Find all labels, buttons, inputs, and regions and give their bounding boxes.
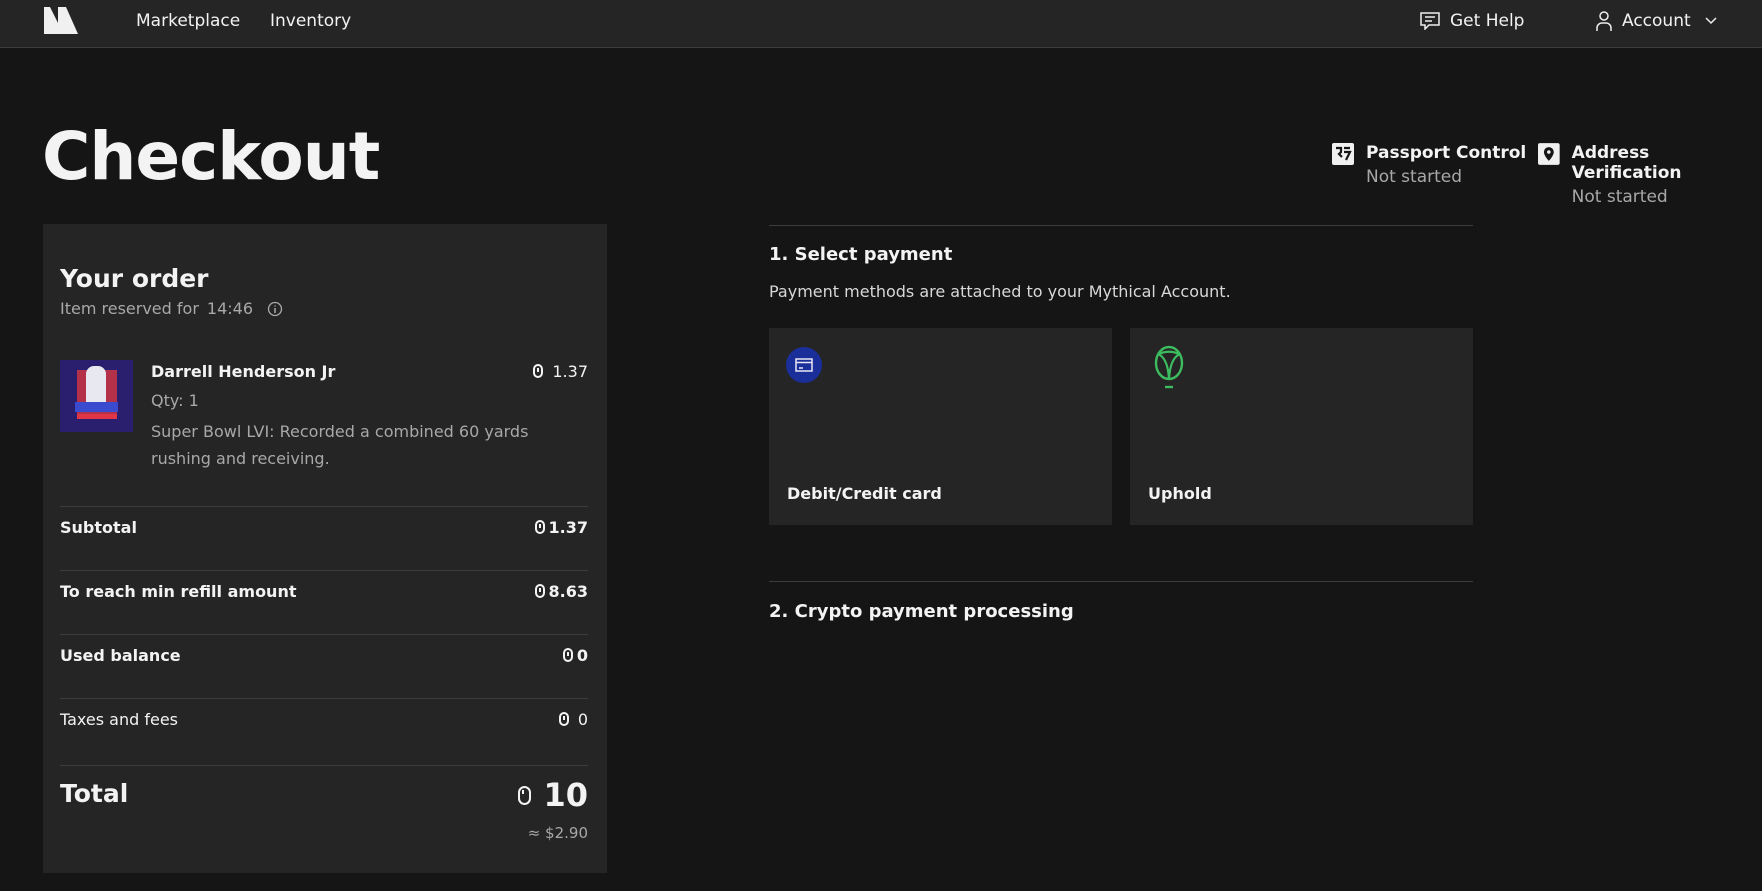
divider [60,506,588,507]
info-icon[interactable] [267,301,283,317]
item-thumbnail [60,360,133,432]
passport-status: Not started [1366,167,1463,187]
passport-icon [1332,143,1354,165]
payment-method-label: Debit/Credit card [787,484,942,503]
nav-inventory[interactable]: Inventory [270,11,351,31]
coin-icon [518,785,532,805]
step-crypto-processing: 2. Crypto payment processing [769,601,1074,622]
step-select-payment: 1. Select payment [769,244,953,265]
coin-icon [533,364,544,378]
account-menu[interactable]: Account [1596,0,1717,42]
divider [60,698,588,699]
divider [769,581,1473,582]
nav-marketplace[interactable]: Marketplace [136,11,240,31]
chat-help-icon [1420,12,1440,30]
top-navbar: Marketplace Inventory Get Help Account [0,0,1762,48]
divider [60,634,588,635]
total-usd: ≈ $2.90 [527,824,588,842]
item-price: 1.37 [533,362,588,381]
divider [60,765,588,766]
page-title: Checkout [42,118,380,195]
total-value: 10 [518,776,588,814]
min-refill-row: To reach min refill amount 8.63 [60,582,588,601]
item-description: Super Bowl LVI: Recorded a combined 60 y… [151,422,529,468]
divider [769,225,1473,226]
reservation-timer: Item reserved for 14:46 [60,299,283,318]
divider [60,570,588,571]
chevron-down-icon [1705,17,1717,25]
payment-subtitle: Payment methods are attached to your Myt… [769,282,1231,301]
order-title: Your order [60,264,209,293]
address-label: Address Verification [1571,143,1682,183]
payment-method-uphold[interactable]: Uphold [1130,328,1473,525]
mythical-logo[interactable] [44,7,80,34]
item-name: Darrell Henderson Jr [151,362,336,381]
payment-method-label: Uphold [1148,484,1212,503]
account-label: Account [1622,11,1691,31]
get-help-label: Get Help [1450,11,1525,31]
get-help-button[interactable]: Get Help [1420,0,1524,42]
address-status: Not started [1571,187,1668,207]
item-qty: Qty: 1 [151,391,199,410]
taxes-fees-row: Taxes and fees 0 [60,710,588,729]
coin-icon [562,648,573,662]
user-icon [1596,11,1612,31]
passport-control-status[interactable]: Passport Control Not started [1332,143,1526,187]
payment-method-card[interactable]: Debit/Credit card [769,328,1112,525]
location-pin-icon [1538,143,1560,165]
credit-card-icon [786,347,822,383]
total-label: Total [60,779,129,808]
used-balance-row: Used balance 0 [60,646,588,665]
reserved-label: Item reserved for [60,299,199,318]
coin-icon [558,712,569,726]
uphold-icon [1154,345,1184,389]
address-verification-status[interactable]: Address Verification Not started [1538,143,1762,207]
passport-label: Passport Control [1366,143,1527,163]
coin-icon [534,584,545,598]
coin-icon [534,520,545,534]
timer-value: 14:46 [206,299,253,318]
subtotal-row: Subtotal 1.37 [60,518,588,537]
